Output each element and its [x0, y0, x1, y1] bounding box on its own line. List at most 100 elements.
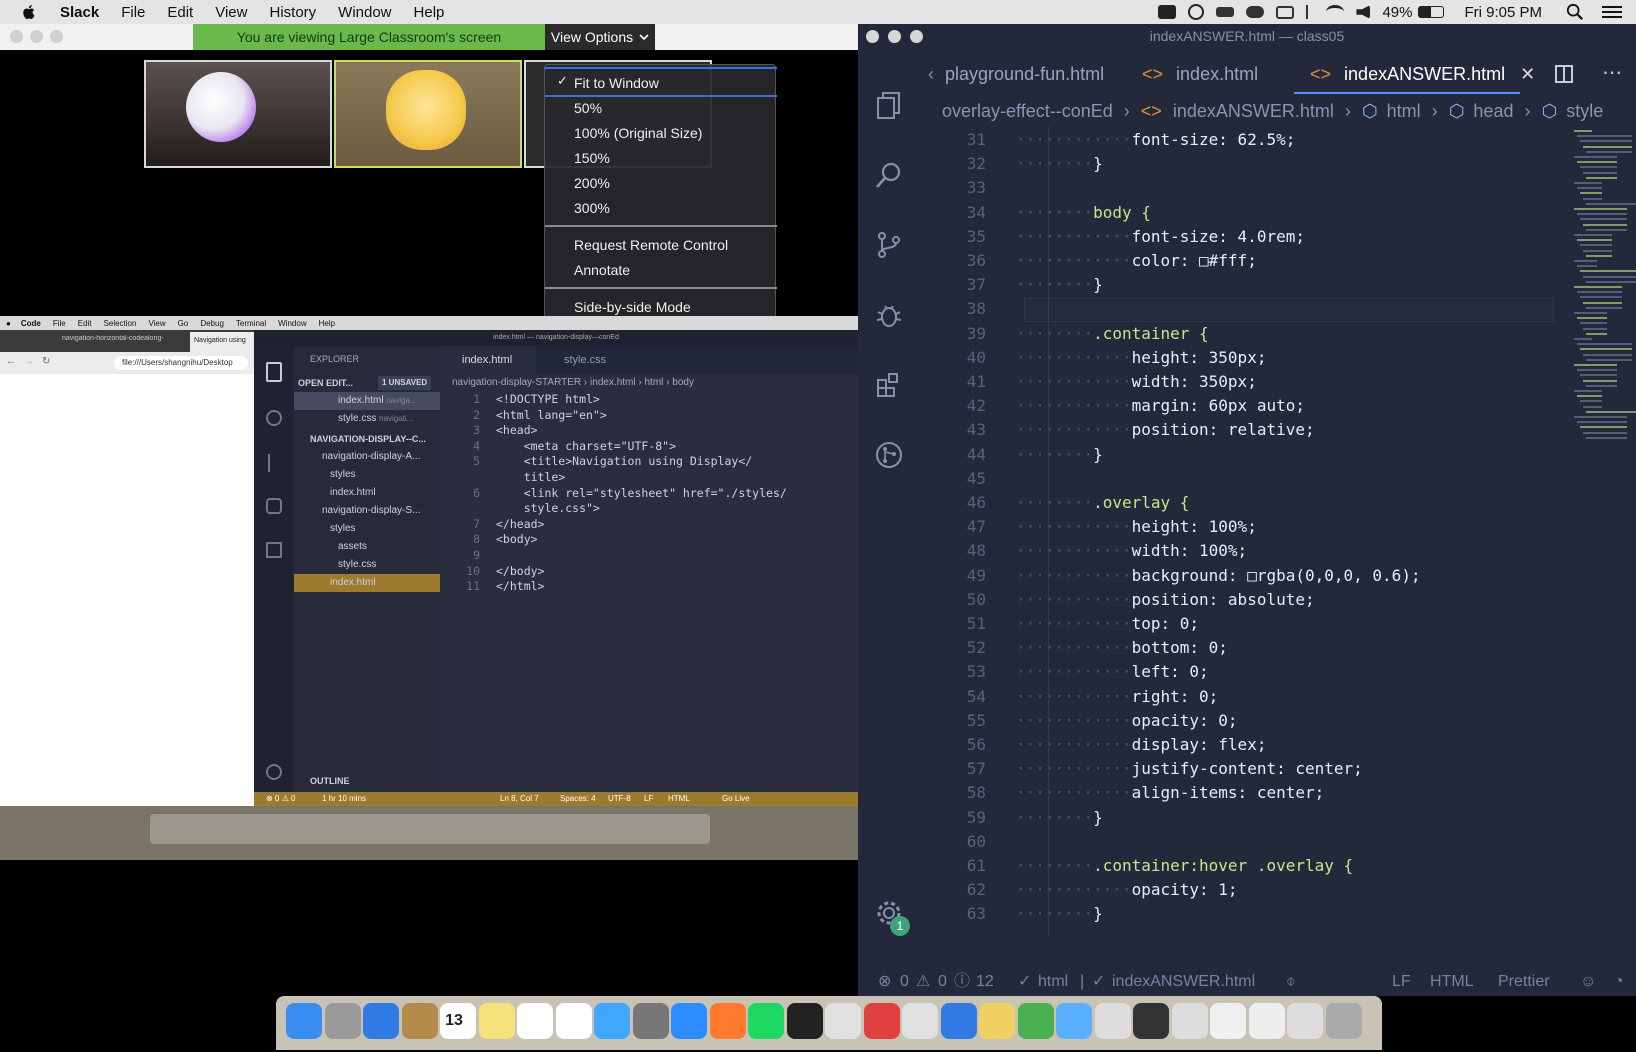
code-editor[interactable]: 31 ············font-size: 62.5%; 32 ·······… — [920, 126, 1636, 966]
debug-icon[interactable] — [874, 300, 904, 330]
dock-app-icon[interactable] — [671, 1003, 707, 1039]
info-count[interactable]: 12 — [976, 968, 994, 996]
menu-history[interactable]: History — [269, 4, 316, 21]
info-icon[interactable]: ⓘ — [954, 968, 970, 996]
split-editor-icon[interactable] — [1554, 64, 1574, 84]
dock-app-icon[interactable] — [748, 1003, 784, 1039]
menu-window[interactable]: Window — [338, 4, 391, 21]
bluetooth-icon[interactable] — [1306, 5, 1314, 19]
source-control-icon[interactable] — [874, 230, 904, 260]
more-actions-icon[interactable]: ⋯ — [1602, 60, 1622, 85]
minimize-button[interactable] — [888, 30, 901, 43]
menu-item-150[interactable]: 150% — [574, 148, 610, 168]
dock-app-icon[interactable] — [863, 1003, 900, 1039]
dock-app-icon[interactable] — [902, 1003, 938, 1039]
breadcrumb-item[interactable]: head — [1473, 101, 1513, 121]
clock[interactable]: Fri 9:05 PM — [1464, 4, 1542, 21]
dock-app-icon[interactable] — [1094, 1003, 1131, 1039]
dock-app-icon[interactable] — [324, 1003, 361, 1039]
volume-icon[interactable] — [1356, 5, 1371, 19]
dock-app-icon[interactable] — [517, 1003, 553, 1039]
docker-icon[interactable] — [1216, 7, 1235, 17]
breadcrumb-item[interactable]: indexANSWER.html — [1173, 101, 1334, 121]
prettier-status[interactable]: Prettier — [1498, 968, 1550, 996]
eol-indicator[interactable]: LF — [1392, 968, 1411, 996]
dock-app-icon[interactable] — [632, 1003, 669, 1039]
menu-item-annotate[interactable]: Annotate — [574, 260, 630, 280]
dock-app-icon[interactable] — [786, 1003, 823, 1039]
dock-app-icon[interactable] — [286, 1003, 322, 1039]
dock-app-icon[interactable] — [709, 1003, 746, 1039]
minimize-button[interactable] — [30, 30, 43, 43]
minimap[interactable] — [1570, 130, 1636, 470]
fullscreen-button[interactable] — [910, 30, 923, 43]
dock-app-icon[interactable] — [940, 1003, 977, 1039]
menu-view[interactable]: View — [215, 4, 247, 21]
zoom-status-icon[interactable] — [1158, 5, 1177, 19]
menu-item-200[interactable]: 200% — [574, 173, 610, 193]
menu-help[interactable]: Help — [414, 4, 445, 21]
close-tab-icon[interactable]: ✕ — [1520, 64, 1535, 84]
menu-item-side-by-side[interactable]: Side-by-side Mode — [574, 297, 691, 317]
wifi-icon[interactable] — [1326, 5, 1345, 19]
fullscreen-button[interactable] — [50, 30, 63, 43]
error-count[interactable]: 0 — [900, 968, 909, 996]
errors-icon[interactable]: ⊗ — [878, 968, 891, 996]
dock-app-icon[interactable] — [401, 1003, 438, 1039]
whitespace-dots: ········ — [1016, 444, 1094, 464]
warning-count[interactable]: 0 — [938, 968, 947, 996]
airplay-icon[interactable] — [1276, 5, 1295, 19]
dock-app-icon[interactable] — [1210, 1003, 1246, 1039]
participant-video[interactable] — [144, 60, 332, 168]
status-file[interactable]: indexANSWER.html — [1112, 968, 1255, 996]
menu-item-request-remote-control[interactable]: Request Remote Control — [574, 235, 728, 255]
breadcrumb-item[interactable]: overlay-effect--conEd — [942, 101, 1113, 121]
extensions-icon — [266, 542, 282, 558]
dock-app-icon[interactable] — [825, 1003, 861, 1039]
git-graph-icon[interactable] — [874, 440, 904, 470]
branch-icon[interactable]: ⌽ — [1286, 968, 1296, 996]
view-options-button[interactable]: View Options — [545, 24, 655, 50]
cloud-icon[interactable] — [1246, 6, 1265, 18]
battery-icon[interactable] — [1418, 6, 1445, 18]
dock-app-icon[interactable] — [1325, 1003, 1362, 1039]
dock-app-icon[interactable] — [1017, 1003, 1054, 1039]
language-check[interactable]: html — [1038, 968, 1068, 996]
breadcrumb-item[interactable]: style — [1566, 101, 1603, 121]
tab-index-answer[interactable]: <> indexANSWER.html ✕ — [1310, 62, 1535, 86]
dock-app-icon[interactable] — [1133, 1003, 1169, 1039]
menu-item-50[interactable]: 50% — [574, 98, 602, 118]
dock-app-icon[interactable] — [1171, 1003, 1208, 1039]
warning-icon[interactable]: ⚠ — [916, 968, 930, 996]
menu-item-fit-to-window[interactable]: Fit to Window — [574, 73, 659, 93]
tab-playground-fun[interactable]: ‹ playground-fun.html — [928, 62, 1104, 86]
search-icon[interactable] — [874, 160, 904, 190]
vpn-icon[interactable] — [1188, 4, 1205, 20]
breadcrumb-item[interactable]: html — [1387, 101, 1421, 121]
dock-app-icon[interactable] — [1248, 1003, 1285, 1039]
dock-app-icon[interactable] — [1056, 1003, 1092, 1039]
close-button[interactable] — [10, 30, 23, 43]
dock-app-icon[interactable] — [979, 1003, 1015, 1039]
dock-app-icon[interactable] — [478, 1003, 515, 1039]
tab-index[interactable]: <> index.html — [1142, 62, 1258, 86]
dock-app-icon[interactable] — [594, 1003, 630, 1039]
files-icon[interactable] — [874, 90, 904, 120]
menu-app-name[interactable]: Slack — [60, 4, 99, 21]
menu-edit[interactable]: Edit — [167, 4, 193, 21]
dock-app-icon[interactable] — [1287, 1003, 1323, 1039]
close-button[interactable] — [866, 30, 879, 43]
dock-app-icon[interactable] — [555, 1003, 592, 1039]
bell-icon[interactable]: ◔ — [1614, 968, 1624, 996]
dock-app-icon[interactable] — [363, 1003, 399, 1039]
apple-icon[interactable] — [20, 3, 38, 21]
control-center-icon[interactable] — [1602, 4, 1622, 20]
menu-file[interactable]: File — [121, 4, 145, 21]
language-mode[interactable]: HTML — [1430, 968, 1474, 996]
participant-video[interactable] — [334, 60, 522, 168]
search-icon[interactable] — [1566, 3, 1584, 21]
extensions-icon[interactable] — [874, 370, 904, 400]
menu-item-300[interactable]: 300% — [574, 198, 610, 218]
menu-item-100[interactable]: 100% (Original Size) — [574, 123, 702, 143]
feedback-icon[interactable]: ☺ — [1580, 968, 1596, 996]
